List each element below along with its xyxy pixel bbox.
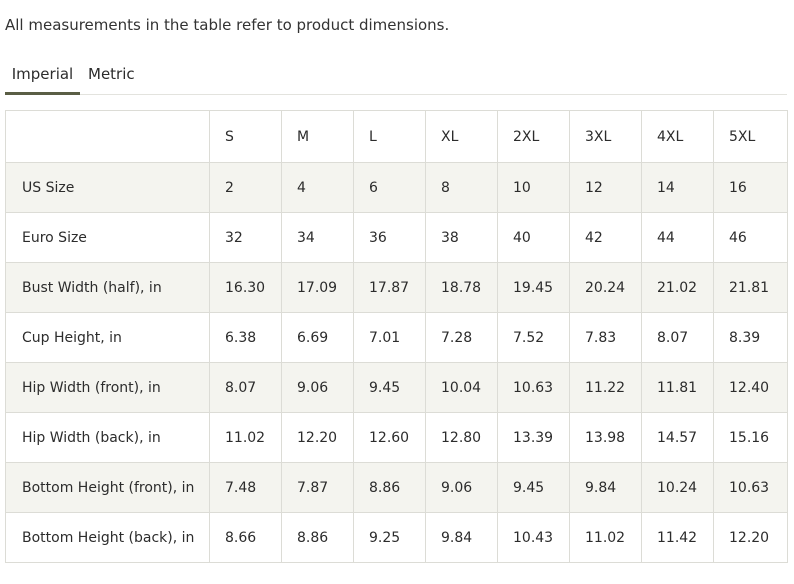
table-header-cell: 2XL [497,110,570,163]
row-label: Hip Width (front), in [5,362,210,413]
table-cell: 7.01 [353,312,426,363]
table-row: Cup Height, in 6.38 6.69 7.01 7.28 7.52 7.83 8.… [5,312,788,363]
table-cell: 14.57 [641,412,714,463]
table-header-cell [5,110,210,163]
row-label: Cup Height, in [5,312,210,363]
table-cell: 14 [641,162,714,213]
table-cell: 15.16 [713,412,788,463]
table-cell: 9.45 [353,362,426,413]
table-cell: 10.63 [713,462,788,513]
table-cell: 9.84 [569,462,642,513]
table-cell: 4 [281,162,354,213]
table-cell: 11.22 [569,362,642,413]
row-label: Euro Size [5,212,210,263]
table-header-row: S M L XL 2XL 3XL 4XL 5XL [5,110,788,163]
table-cell: 42 [569,212,642,263]
table-cell: 8.07 [209,362,282,413]
table-cell: 16 [713,162,788,213]
table-row: Hip Width (back), in 11.02 12.20 12.60 12.80… [5,412,788,463]
table-cell: 17.87 [353,262,426,313]
table-cell: 11.42 [641,512,714,563]
table-cell: 12.60 [353,412,426,463]
table-header-cell: M [281,110,354,163]
table-cell: 10.43 [497,512,570,563]
table-cell: 40 [497,212,570,263]
table-cell: 21.81 [713,262,788,313]
table-cell: 36 [353,212,426,263]
table-cell: 21.02 [641,262,714,313]
table-cell: 10 [497,162,570,213]
table-header-cell: L [353,110,426,163]
row-label: Bottom Height (front), in [5,462,210,513]
table-row: Bust Width (half), in 16.30 17.09 17.87 18.7… [5,262,788,313]
table-cell: 7.87 [281,462,354,513]
row-label: Bust Width (half), in [5,262,210,313]
table-cell: 8.39 [713,312,788,363]
table-cell: 10.04 [425,362,498,413]
table-header-cell: 5XL [713,110,788,163]
table-cell: 44 [641,212,714,263]
table-cell: 11.02 [209,412,282,463]
table-cell: 11.81 [641,362,714,413]
table-cell: 8.07 [641,312,714,363]
row-label: Bottom Height (back), in [5,512,210,563]
table-cell: 16.30 [209,262,282,313]
table-cell: 11.02 [569,512,642,563]
row-label: Hip Width (back), in [5,412,210,463]
table-cell: 9.06 [281,362,354,413]
table-cell: 13.39 [497,412,570,463]
table-header-cell: S [209,110,282,163]
table-cell: 7.83 [569,312,642,363]
table-cell: 19.45 [497,262,570,313]
table-cell: 6 [353,162,426,213]
table-row: US Size 2 4 6 8 10 12 14 16 [5,162,788,213]
table-cell: 7.28 [425,312,498,363]
table-cell: 10.24 [641,462,714,513]
table-header-cell: 3XL [569,110,642,163]
table-cell: 7.52 [497,312,570,363]
table-cell: 8.66 [209,512,282,563]
table-cell: 6.38 [209,312,282,363]
table-cell: 12.40 [713,362,788,413]
tab-imperial[interactable]: Imperial [5,60,80,95]
table-cell: 46 [713,212,788,263]
table-row: Euro Size 32 34 36 38 40 42 44 46 [5,212,788,263]
tab-metric[interactable]: Metric [88,60,148,94]
intro-text: All measurements in the table refer to p… [5,16,450,34]
table-cell: 18.78 [425,262,498,313]
table-cell: 12.20 [281,412,354,463]
table-row: Bottom Height (back), in 8.66 8.86 9.25 9.84… [5,512,788,563]
table-cell: 12 [569,162,642,213]
table-cell: 20.24 [569,262,642,313]
row-label: US Size [5,162,210,213]
table-cell: 12.20 [713,512,788,563]
table-cell: 7.48 [209,462,282,513]
size-table-container: S M L XL 2XL 3XL 4XL 5XL US Size 2 4 6 8 10 12… [5,110,788,563]
table-cell: 9.06 [425,462,498,513]
table-row: Hip Width (front), in 8.07 9.06 9.45 10.04 10… [5,362,788,413]
table-cell: 10.63 [497,362,570,413]
size-table: S M L XL 2XL 3XL 4XL 5XL US Size 2 4 6 8 10 12… [5,110,788,563]
table-cell: 34 [281,212,354,263]
table-cell: 38 [425,212,498,263]
table-cell: 32 [209,212,282,263]
table-cell: 9.25 [353,512,426,563]
table-body: US Size 2 4 6 8 10 12 14 16 Euro Size 32 34 36 38 40 42… [5,162,788,563]
table-cell: 2 [209,162,282,213]
table-header-cell: 4XL [641,110,714,163]
table-cell: 9.84 [425,512,498,563]
table-cell: 6.69 [281,312,354,363]
table-cell: 12.80 [425,412,498,463]
table-header-cell: XL [425,110,498,163]
table-row: Bottom Height (front), in 7.48 7.87 8.86 9.0… [5,462,788,513]
table-cell: 8.86 [353,462,426,513]
unit-tabs: Imperial Metric [5,60,787,95]
table-cell: 8.86 [281,512,354,563]
table-cell: 17.09 [281,262,354,313]
table-cell: 13.98 [569,412,642,463]
size-chart-page: All measurements in the table refer to p… [0,0,794,584]
table-cell: 9.45 [497,462,570,513]
table-cell: 8 [425,162,498,213]
